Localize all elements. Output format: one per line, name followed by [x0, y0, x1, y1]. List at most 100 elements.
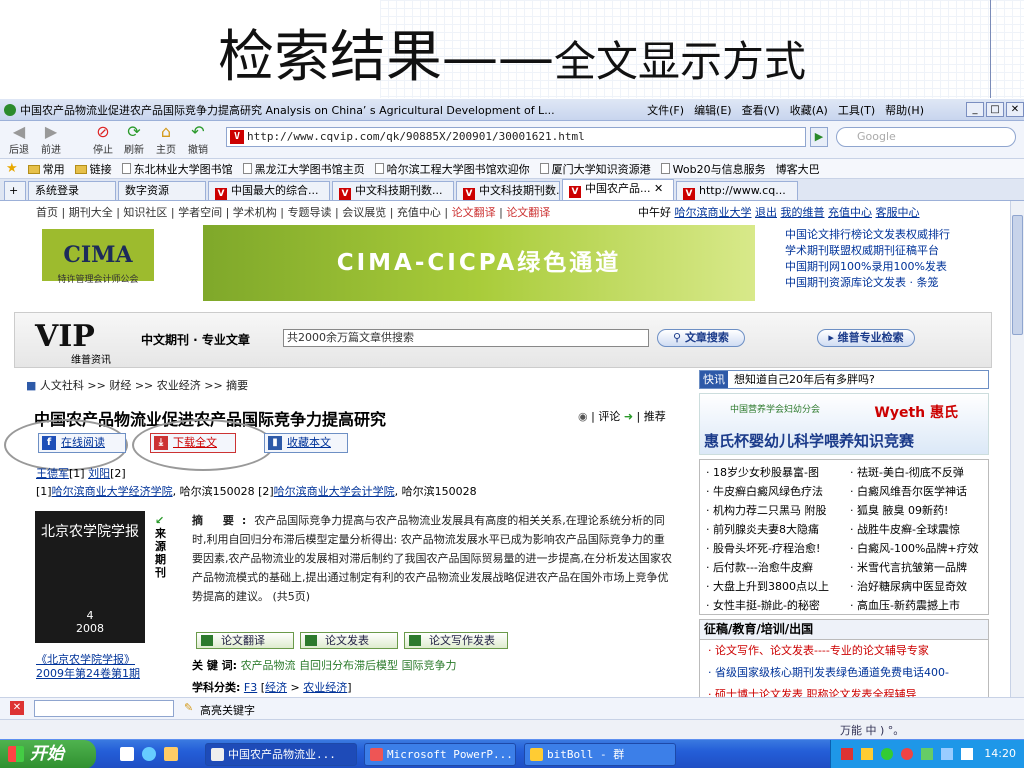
promo-link-2[interactable]: 学术期刊联盟权威期刊征稿平台: [785, 243, 950, 259]
quicklaunch-app-icon[interactable]: [164, 747, 178, 761]
task-powerpoint[interactable]: Microsoft PowerP...: [364, 743, 516, 766]
author-1-link[interactable]: 王德军: [36, 467, 69, 480]
menu-view[interactable]: 查看(V): [742, 102, 780, 118]
back-button[interactable]: ◀ 后退: [4, 123, 34, 157]
class-economics-link[interactable]: 经济: [265, 681, 287, 694]
new-tab-button[interactable]: +: [4, 181, 26, 200]
article-search-button[interactable]: ⚲ 文章搜索: [657, 329, 745, 347]
go-button[interactable]: ▶: [810, 127, 828, 147]
ad-link[interactable]: · 大盘上升到3800点以上: [706, 578, 829, 594]
fav-heu-library[interactable]: 哈尔滨工程大学图书馆欢迎你: [374, 161, 530, 177]
submission-link[interactable]: · 省级国家级核心期刊发表绿色通道免费电话400-: [700, 662, 988, 684]
google-search-box[interactable]: Google: [836, 127, 1016, 147]
tab-agri-products[interactable]: V 中国农产品... ✕: [562, 179, 674, 200]
keyword-1[interactable]: 农产品物流: [241, 659, 296, 672]
menu-favorites[interactable]: 收藏(A): [790, 102, 828, 118]
cima-banner[interactable]: CIMA-CICPA绿色通道: [203, 225, 755, 301]
undo-button[interactable]: ↶ 撤销: [183, 123, 213, 157]
keyword-3[interactable]: 国际竞争力: [402, 659, 457, 672]
tab-journal-db-1[interactable]: V 中文科技期刊数...: [332, 181, 454, 200]
site-nav-links[interactable]: 首页 | 期刊大全 | 知识社区 | 学者空间 | 学术机构 | 专题导读 | …: [36, 206, 448, 219]
menu-file[interactable]: 文件(F): [647, 102, 684, 118]
fav-hlju-library[interactable]: 黑龙江大学图书馆主页: [242, 161, 365, 177]
ad-link[interactable]: · 机构力荐二只黑马 附股: [706, 502, 827, 518]
tray-icon[interactable]: [961, 748, 973, 760]
ad-link[interactable]: · 治好糖尿病中医显奇效: [850, 578, 967, 594]
tab-digital-resources[interactable]: 数字资源: [118, 181, 206, 200]
tag-paper-publishing[interactable]: 论文发表: [300, 632, 398, 649]
tab-close-icon[interactable]: ✕: [654, 182, 663, 195]
journal-issue-link[interactable]: 2009年第24卷第1期: [36, 667, 140, 681]
ad-link[interactable]: · 女性丰挺-辦此-的秘密: [706, 597, 820, 613]
tray-icon[interactable]: [841, 748, 853, 760]
ad-link[interactable]: · 18岁少女秒股暴富-图: [706, 464, 819, 480]
submission-link[interactable]: · 论文写作、论文发表----专业的论文辅导专家: [700, 640, 988, 662]
highlight-keyword-button[interactable]: 高亮关键字: [200, 702, 255, 718]
quicklaunch-word-icon[interactable]: [120, 747, 134, 761]
recommend-link[interactable]: 推荐: [644, 410, 666, 423]
menu-tools[interactable]: 工具(T): [838, 102, 875, 118]
collect-article-button[interactable]: ▮ 收藏本文: [264, 433, 348, 453]
breadcrumb-text[interactable]: 人文社科 >> 财经 >> 农业经济 >> 摘要: [40, 379, 248, 392]
forward-button[interactable]: ▶ 前进: [36, 123, 66, 157]
refresh-button[interactable]: ⟳ 刷新: [119, 123, 149, 157]
article-search-input[interactable]: 共2000余万篇文章供搜索: [283, 329, 649, 347]
class-code-link[interactable]: F3: [244, 681, 257, 694]
ad-link[interactable]: · 战胜牛皮癣-全球震惊: [850, 521, 960, 537]
journal-name-link[interactable]: 《北京农学院学报》: [36, 653, 140, 667]
keyword-2[interactable]: 自回归分布滞后模型: [299, 659, 398, 672]
fav-common[interactable]: 常用: [27, 161, 65, 177]
read-online-button[interactable]: f 在线阅读: [38, 433, 126, 453]
vertical-scrollbar[interactable]: [1010, 201, 1024, 697]
stop-button[interactable]: ⊘ 停止: [88, 123, 118, 157]
quick-news[interactable]: 快讯 想知道自己20年后有多胖吗?: [699, 370, 989, 389]
tray-icon[interactable]: [921, 748, 933, 760]
menu-help[interactable]: 帮助(H): [885, 102, 924, 118]
my-vip-link[interactable]: 我的维普: [781, 206, 825, 219]
promo-link-4[interactable]: 中国期刊资源库论文发表 · 条笼: [785, 275, 950, 291]
task-browser[interactable]: 中国农产品物流业...: [205, 743, 357, 766]
task-chat-group[interactable]: bitBoll - 群: [524, 743, 676, 766]
nav-paper-translation[interactable]: 论文翻译: [452, 206, 496, 219]
tag-paper-writing[interactable]: 论文写作发表: [404, 632, 508, 649]
tray-icon[interactable]: [901, 748, 913, 760]
tray-icon[interactable]: [941, 748, 953, 760]
tag-paper-translation[interactable]: 论文翻译: [196, 632, 294, 649]
fav-links[interactable]: 链接: [74, 161, 112, 177]
nav-paper-translation-2[interactable]: 论文翻译: [506, 206, 550, 219]
fav-nefu-library[interactable]: 东北林业大学图书馆: [121, 161, 233, 177]
address-bar[interactable]: Vhttp://www.cqvip.com/qk/90885X/200901/3…: [226, 127, 806, 147]
menu-edit[interactable]: 编辑(E): [694, 102, 732, 118]
ime-status[interactable]: 万能 中 ) °。: [840, 722, 904, 738]
affiliation-2-link[interactable]: 哈尔滨商业大学会计学院: [274, 485, 395, 498]
close-button[interactable]: ✕: [1006, 102, 1024, 117]
affiliation-1-link[interactable]: 哈尔滨商业大学经济学院: [52, 485, 173, 498]
class-agri-economics-link[interactable]: 农业经济: [303, 681, 347, 694]
find-input[interactable]: [34, 700, 174, 717]
ad-link[interactable]: · 白癜风-100%品牌+疗效: [850, 540, 979, 556]
download-fulltext-button[interactable]: ⤓ 下载全文: [150, 433, 236, 453]
fav-xmu-resources[interactable]: 厦门大学知识资源港: [539, 161, 651, 177]
scrollbar-thumb[interactable]: [1012, 215, 1023, 335]
ad-link[interactable]: · 祛斑-美白-彻底不反弹: [850, 464, 964, 480]
vip-logo[interactable]: VIP: [35, 319, 95, 354]
promo-link-1[interactable]: 中国论文排行榜论文发表权威排行: [785, 227, 950, 243]
home-button[interactable]: ⌂ 主页: [151, 123, 181, 157]
fav-web20[interactable]: Wob20与信息服务: [660, 161, 766, 177]
recharge-link[interactable]: 充值中心: [828, 206, 872, 219]
ad-link[interactable]: · 白癜风维吾尔医学神话: [850, 483, 967, 499]
highlight-pen-icon[interactable]: ✎: [184, 701, 193, 714]
author-2-link[interactable]: 刘阳: [88, 467, 110, 480]
ad-link[interactable]: · 狐臭 腋臭 09新药!: [850, 502, 948, 518]
quicklaunch-ie-icon[interactable]: [142, 747, 156, 761]
maximize-button[interactable]: □: [986, 102, 1004, 117]
journal-cover[interactable]: 北京农学院学报 4 2008: [35, 511, 145, 643]
comment-link[interactable]: 评论: [598, 410, 620, 423]
tab-largest-portal[interactable]: V 中国最大的综合...: [208, 181, 330, 200]
ad-link[interactable]: · 米雪代言抗皱第一品牌: [850, 559, 967, 575]
ad-link[interactable]: · 牛皮癣白癜风绿色疗法: [706, 483, 823, 499]
tab-journal-db-2[interactable]: V 中文科技期刊数...: [456, 181, 560, 200]
find-close-icon[interactable]: ✕: [10, 701, 24, 715]
ad-link[interactable]: · 高血压-新药震撼上市: [850, 597, 960, 613]
fav-blogbus[interactable]: 博客大巴: [776, 161, 820, 177]
